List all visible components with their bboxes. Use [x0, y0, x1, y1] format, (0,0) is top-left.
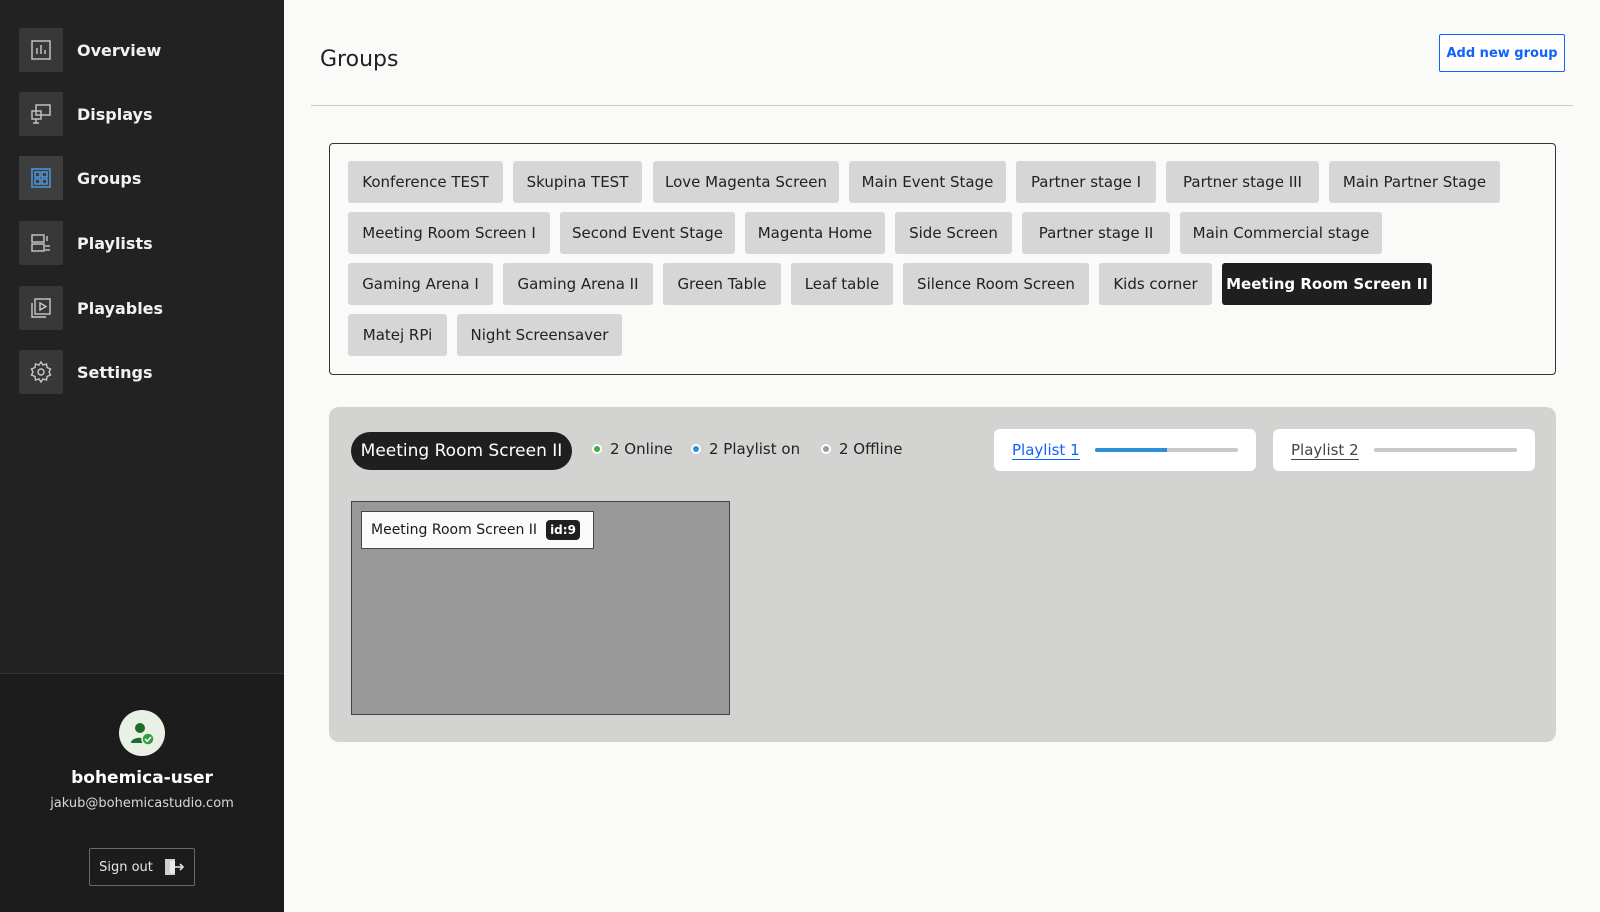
- nav-label: Groups: [77, 168, 142, 188]
- group-chip[interactable]: Magenta Home: [745, 212, 885, 254]
- group-chip[interactable]: Partner stage I: [1016, 161, 1156, 203]
- group-chip[interactable]: Partner stage III: [1166, 161, 1319, 203]
- group-chip[interactable]: Green Table: [663, 263, 781, 305]
- playlists-icon: [19, 221, 63, 265]
- group-chip-selected[interactable]: Meeting Room Screen II: [1222, 263, 1432, 305]
- page-title: Groups: [320, 47, 399, 72]
- playlist-2-label: Playlist 2: [1291, 440, 1359, 460]
- playlist-1-tab[interactable]: Playlist 1: [994, 429, 1256, 471]
- nav-item-groups[interactable]: Groups: [19, 156, 269, 200]
- group-chip[interactable]: Main Partner Stage: [1329, 161, 1500, 203]
- group-selector: Konference TEST Skupina TEST Love Magent…: [329, 143, 1556, 375]
- sign-out-button[interactable]: Sign out: [89, 848, 195, 886]
- group-chip[interactable]: Night Screensaver: [457, 314, 622, 356]
- chart-icon: [19, 28, 63, 72]
- group-chip[interactable]: Partner stage II: [1022, 212, 1170, 254]
- offline-status: 2 Offline: [821, 440, 903, 458]
- playlist-2-progress: [1374, 448, 1517, 452]
- screen-id-badge: id:9: [546, 520, 580, 540]
- group-chip[interactable]: Konference TEST: [348, 161, 503, 203]
- group-detail-panel: Meeting Room Screen II 2 Online 2 Playli…: [329, 407, 1556, 742]
- screen-name: Meeting Room Screen II: [371, 522, 538, 538]
- playlist-on-count: 2 Playlist on: [709, 440, 801, 458]
- online-status: 2 Online: [592, 440, 673, 458]
- playlist-1-progress: [1095, 448, 1238, 452]
- group-chip[interactable]: Gaming Arena I: [348, 263, 493, 305]
- playables-icon: [19, 286, 63, 330]
- group-chip[interactable]: Love Magenta Screen: [653, 161, 839, 203]
- online-dot-icon: [592, 444, 602, 454]
- group-chip[interactable]: Matej RPi: [348, 314, 447, 356]
- screen-preview[interactable]: Meeting Room Screen II id:9: [351, 501, 730, 715]
- screen-label: Meeting Room Screen II id:9: [361, 511, 594, 549]
- user-name: bohemica-user: [71, 768, 213, 788]
- group-chip[interactable]: Side Screen: [895, 212, 1012, 254]
- group-chip[interactable]: Leaf table: [791, 263, 893, 305]
- add-new-group-button[interactable]: Add new group: [1439, 34, 1565, 72]
- online-count: 2 Online: [610, 440, 673, 458]
- groups-icon: [19, 156, 63, 200]
- displays-icon: [19, 92, 63, 136]
- gear-icon: [19, 350, 63, 394]
- sidebar: Overview Displays Groups Playlists Playa…: [0, 0, 284, 912]
- offline-dot-icon: [821, 444, 831, 454]
- group-chip[interactable]: Kids corner: [1099, 263, 1212, 305]
- playlist-1-label: Playlist 1: [1012, 440, 1080, 460]
- nav-item-playlists[interactable]: Playlists: [19, 221, 269, 265]
- nav-label: Playables: [77, 298, 164, 318]
- group-chip[interactable]: Gaming Arena II: [503, 263, 653, 305]
- selected-group-name: Meeting Room Screen II: [351, 432, 572, 470]
- group-chip[interactable]: Skupina TEST: [513, 161, 642, 203]
- group-chip[interactable]: Main Event Stage: [849, 161, 1006, 203]
- playlist-dot-icon: [691, 444, 701, 454]
- nav-label: Settings: [77, 362, 153, 382]
- nav-item-playables[interactable]: Playables: [19, 286, 269, 330]
- nav-label: Overview: [77, 40, 162, 60]
- group-chip[interactable]: Silence Room Screen: [903, 263, 1089, 305]
- playlist-on-status: 2 Playlist on: [691, 440, 800, 458]
- group-chip[interactable]: Second Event Stage: [560, 212, 735, 254]
- group-chip[interactable]: Main Commercial stage: [1180, 212, 1382, 254]
- nav-label: Displays: [77, 104, 153, 124]
- header-divider: [311, 105, 1573, 106]
- sign-out-icon: [164, 859, 185, 875]
- nav-item-overview[interactable]: Overview: [19, 28, 269, 72]
- nav-label: Playlists: [77, 233, 153, 253]
- user-email: jakub@bohemicastudio.com: [50, 796, 234, 811]
- offline-count: 2 Offline: [839, 440, 903, 458]
- sign-out-label: Sign out: [99, 859, 153, 875]
- user-panel: bohemica-user jakub@bohemicastudio.com S…: [0, 674, 284, 912]
- nav-item-settings[interactable]: Settings: [19, 350, 269, 394]
- group-chip[interactable]: Meeting Room Screen I: [348, 212, 550, 254]
- nav-item-displays[interactable]: Displays: [19, 92, 269, 136]
- user-avatar-icon: [119, 710, 165, 756]
- playlist-2-tab[interactable]: Playlist 2: [1273, 429, 1535, 471]
